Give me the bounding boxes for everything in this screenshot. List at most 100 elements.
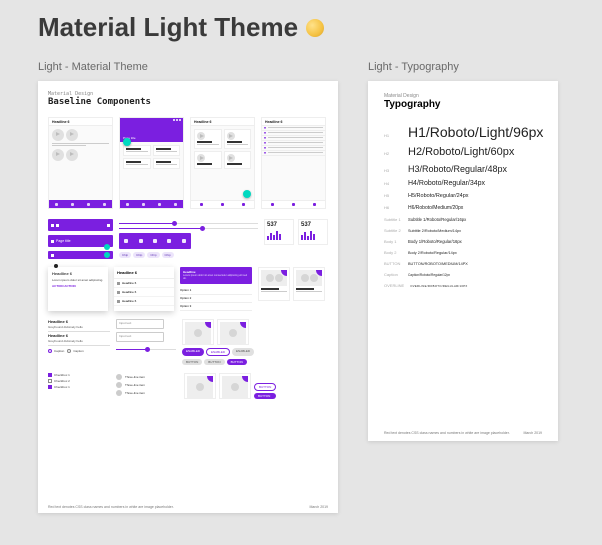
components-row-2: Page title ChipChipChipChip 537	[48, 219, 328, 259]
typo-row-label: Body 2	[384, 250, 402, 255]
typo-scale: H1 H1/Roboto/Light/96px H2 H2/Roboto/Light/…	[384, 124, 542, 288]
app-bar-title: Page title	[48, 235, 113, 247]
mock-device-cards: Headline 6	[190, 117, 255, 209]
stat-card-a: 537	[264, 219, 294, 245]
avatar-list: Three-line item Three-line item Three-li…	[116, 373, 178, 399]
typo-row-label: OVERLINE	[384, 283, 404, 288]
components-row-3: Headline 6 Lorem ipsum dolor sit amet ad…	[48, 267, 328, 311]
inputs-column: Input text Input text	[116, 319, 176, 365]
typo-row: H5 H5/Roboto/Regular/24px	[384, 193, 542, 199]
components-row-5: Checkbox 1 Checkbox 2 Checkbox 1 Three-l…	[48, 373, 328, 399]
typo-row-label: Subtitle 2	[384, 228, 402, 233]
components-panel[interactable]: Material Design Baseline Components Head…	[38, 81, 338, 513]
typo-row: H3 H3/Roboto/Regular/48px	[384, 164, 542, 174]
panel-label-right: Light - Typography	[368, 61, 558, 73]
button-outline[interactable]: ENABLED	[206, 348, 230, 356]
typo-title: Typography	[384, 99, 542, 110]
fab-icon	[104, 244, 110, 250]
checkbox-icon	[48, 379, 52, 383]
avatar-icon	[116, 374, 122, 380]
device-mocks-row: Headline 6 Page title	[48, 117, 328, 209]
tooltip-anchor-icon	[54, 264, 58, 268]
typo-row: OVERLINEOVERLINE/ROBOTO/REGULAR/10PX	[384, 283, 542, 288]
stat-card-b: 537	[298, 219, 328, 245]
left-column: Light - Material Theme Material Design B…	[38, 61, 338, 513]
typo-row-sample: H4/Roboto/Regular/34px	[408, 180, 485, 187]
sliders: ChipChipChipChip	[119, 219, 258, 259]
button[interactable]: BUTTON	[254, 393, 276, 399]
typo-row: BUTTONBUTTON/ROBOTO/MEDIUM/14PX	[384, 261, 542, 266]
button[interactable]: BUTTON	[254, 383, 276, 391]
mock-device-page: Page title	[119, 117, 184, 209]
text-column: Headline 6 Greyhound divisively hello He…	[48, 319, 110, 365]
typo-row-sample: Subtitle 2/Roboto/Medium/14px	[408, 229, 461, 233]
typo-row-label: Caption	[384, 272, 402, 277]
thumb-card	[219, 373, 251, 399]
moon-icon	[306, 19, 324, 37]
typo-row-label: H6	[384, 205, 402, 210]
banner: Headline Lorem ipsum dolor sit amet cons…	[180, 267, 252, 284]
app-bar-icons	[48, 219, 113, 231]
typo-row-label: H2	[384, 151, 402, 156]
checkbox-column: Checkbox 1 Checkbox 2 Checkbox 1	[48, 373, 110, 399]
page-title: Material Light Theme	[38, 12, 564, 43]
typo-row: H2 H2/Roboto/Light/60px	[384, 146, 542, 158]
checkbox-icon	[48, 385, 52, 389]
text-input[interactable]: Input text	[116, 319, 164, 329]
image-card	[293, 267, 325, 301]
panel-footer: Red text denotes CSS class names and num…	[48, 505, 328, 509]
fab-icon	[243, 190, 251, 198]
typo-row-sample: BUTTON/ROBOTO/MEDIUM/14PX	[408, 262, 468, 266]
typo-row-label: H5	[384, 193, 402, 198]
typo-row-sample: Body 1/Roboto/Regular/16px	[408, 239, 462, 244]
section-title: Baseline Components	[48, 97, 328, 107]
panel-label-left: Light - Material Theme	[38, 61, 338, 73]
avatar-icon	[116, 382, 122, 388]
image-card	[258, 267, 290, 301]
typo-row-sample: Caption/Roboto/Regular/12px	[408, 273, 450, 277]
typo-row-label: Subtitle 1	[384, 217, 402, 222]
typo-row-sample: Body 2/Roboto/Regular/14px	[408, 251, 457, 255]
mock-device-list: Headline 6	[261, 117, 326, 209]
button-enabled[interactable]: ENABLED	[182, 348, 204, 356]
tooltip: Headline 6 Lorem ipsum dolor sit amet ad…	[48, 267, 108, 311]
button-disabled: ENABLED	[232, 348, 254, 356]
typo-row-sample: H6/Roboto/Medium/20px	[408, 205, 463, 211]
typo-row-label: H3	[384, 168, 402, 173]
typo-row: Body 2 Body 2/Roboto/Regular/14px	[384, 250, 542, 255]
pills-row: BUTTON BUTTON BUTTON	[182, 359, 254, 365]
avatar-icon	[116, 390, 122, 396]
typo-row: Caption Caption/Roboto/Regular/12px	[384, 272, 542, 277]
typo-row-label: H1	[384, 133, 402, 138]
typo-row: Subtitle 2 Subtitle 2/Roboto/Medium/14px	[384, 228, 542, 233]
typo-row-sample: H3/Roboto/Regular/48px	[408, 164, 507, 174]
app-bar-compact	[48, 251, 113, 259]
right-column: Light - Typography Material Design Typog…	[368, 61, 558, 441]
checkbox-icon	[48, 373, 52, 377]
typo-row-label: Body 1	[384, 239, 402, 244]
text-input[interactable]: Input text	[116, 332, 164, 342]
typo-row-sample: Subtitle 1/Roboto/Regular/16px	[408, 217, 466, 222]
mock-device-media: Headline 6	[48, 117, 113, 209]
option-list: Option 1 Option 2 Option 3	[180, 287, 252, 311]
typo-row-sample: H2/Roboto/Light/60px	[408, 146, 514, 158]
menu: Headline 6 Headline 6 Headline 6 Headlin…	[114, 267, 174, 311]
typo-row: H4 H4/Roboto/Regular/34px	[384, 180, 542, 187]
typography-panel[interactable]: Material Design Typography H1H1/Roboto/L…	[368, 81, 558, 441]
fab-icon	[104, 252, 110, 258]
typo-row-label: H4	[384, 181, 402, 186]
thumb-card	[217, 319, 249, 345]
typo-row-sample: H1/Roboto/Light/96px	[408, 124, 543, 140]
buttons-row: ENABLED ENABLED ENABLED	[182, 348, 254, 356]
typo-row-sample: H5/Roboto/Regular/24px	[408, 193, 469, 199]
chips: ChipChipChipChip	[119, 252, 191, 258]
fab-icon	[123, 138, 131, 146]
thumb-card	[182, 319, 214, 345]
typo-row: H6 H6/Roboto/Medium/20px	[384, 205, 542, 211]
components-row-4: Headline 6 Greyhound divisively hello He…	[48, 319, 328, 365]
typo-row: Body 1 Body 1/Roboto/Regular/16px	[384, 239, 542, 244]
typo-row: H1 H1/Roboto/Light/96px	[384, 124, 542, 140]
page-title-text: Material Light Theme	[38, 12, 298, 43]
nav-bar	[119, 233, 191, 249]
thumb-card	[184, 373, 216, 399]
